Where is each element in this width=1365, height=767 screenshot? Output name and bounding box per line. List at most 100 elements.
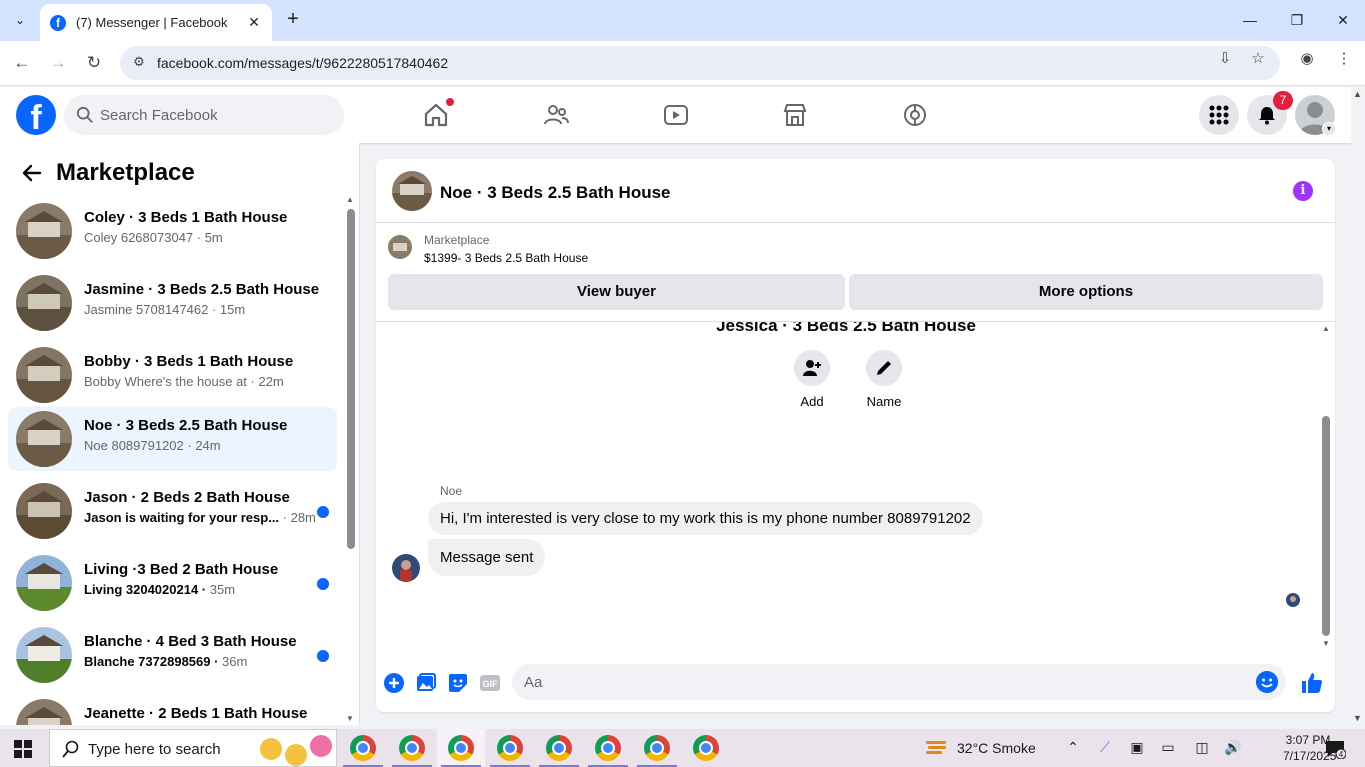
sender-avatar[interactable] [392, 554, 420, 582]
gaming-nav-icon[interactable] [899, 99, 931, 131]
message-input-box[interactable] [512, 664, 1286, 700]
chrome-taskbar-button[interactable] [633, 729, 681, 767]
conversation-item[interactable]: Coley · 3 Beds 1 Bath House Coley 6268073… [8, 199, 337, 263]
new-tab-icon[interactable]: + [282, 8, 304, 30]
name-chat-button[interactable]: Name [854, 350, 914, 409]
scroll-down-icon[interactable]: ▼ [346, 714, 354, 723]
weather-icon[interactable] [925, 738, 947, 758]
add-label: Add [800, 394, 824, 409]
scroll-down-icon[interactable]: ▼ [1353, 713, 1362, 723]
sidebar-scrollbar[interactable]: ▲ ▼ [346, 195, 355, 723]
menu-grid-button[interactable] [1199, 95, 1239, 135]
tab-close-icon[interactable]: ✕ [246, 14, 262, 31]
address-bar[interactable]: ⚙ facebook.com/messages/t/96222805178404… [120, 46, 1280, 80]
conversation-item[interactable]: Jeanette · 2 Beds 1 Bath House [8, 695, 337, 725]
chevron-down-icon[interactable]: ▾ [1322, 122, 1336, 136]
message-input[interactable] [524, 664, 1244, 700]
gif-icon[interactable]: GIF [478, 671, 502, 695]
conversation-item[interactable]: Living ·3 Bed 2 Bath House Living 3204020… [8, 551, 337, 615]
install-app-icon[interactable]: ⇩ [1215, 49, 1235, 69]
view-buyer-button[interactable]: View buyer [388, 274, 845, 310]
back-arrow-icon[interactable] [16, 157, 48, 189]
bookmark-star-icon[interactable]: ☆ [1248, 49, 1268, 69]
more-options-button[interactable]: More options [849, 274, 1323, 310]
conversation-item[interactable]: Jason · 2 Beds 2 Bath House Jason is wait… [8, 479, 337, 543]
home-notification-dot [446, 98, 454, 106]
chrome-icon [399, 735, 425, 761]
volume-icon[interactable]: 🔊 [1223, 739, 1243, 757]
conversation-snippet: Jasmine 5708147462 · 15m [84, 302, 245, 317]
facebook-search[interactable] [64, 95, 344, 135]
scroll-down-icon[interactable]: ▼ [1322, 639, 1330, 648]
window-close-icon[interactable]: ✕ [1323, 6, 1363, 34]
snippet-text: Blanche 7372898569 · [84, 654, 223, 669]
network-icon[interactable]: ◫ [1192, 739, 1212, 757]
conversation-item[interactable]: Jasmine · 3 Beds 2.5 Bath House Jasmine 5… [8, 271, 337, 335]
chrome-taskbar-button[interactable] [486, 729, 534, 767]
windows-start-icon[interactable] [14, 740, 32, 758]
sticker-icon[interactable] [446, 671, 470, 695]
emoji-heart-eyes-icon [310, 735, 332, 757]
chat-scrollbar[interactable]: ▲ ▼ [1320, 324, 1332, 648]
read-receipt-avatar [1286, 593, 1300, 607]
marketplace-sidebar: Marketplace Coley · 3 Beds 1 Bath House C… [0, 143, 360, 725]
add-people-button[interactable]: Add [782, 350, 842, 409]
pen-icon[interactable]: ⟋ [1095, 739, 1115, 757]
weather-text[interactable]: 32°C Smoke [957, 740, 1036, 756]
chat-avatar[interactable] [392, 171, 432, 211]
thumbs-up-icon[interactable] [1300, 671, 1324, 695]
marketplace-listing-row[interactable]: Marketplace $1399- 3 Beds 2.5 Bath House [388, 231, 1323, 271]
emoji-icon[interactable] [1256, 671, 1278, 693]
snippet-text: Living 3204020214 · [84, 582, 210, 597]
thread-intro-title: Jessica · 3 Beds 2.5 Bath House [716, 322, 976, 335]
battery-icon[interactable]: ▭ [1158, 739, 1178, 757]
chrome-taskbar-button[interactable] [584, 729, 632, 767]
camera-icon[interactable]: ▣ [1127, 739, 1147, 757]
marketplace-nav-icon[interactable] [779, 99, 811, 131]
sender-name: Noe [440, 484, 463, 498]
conversation-item[interactable]: Noe · 3 Beds 2.5 Bath House Noe 808979120… [8, 407, 337, 471]
chrome-taskbar-button[interactable] [535, 729, 583, 767]
home-nav-icon[interactable] [420, 98, 454, 131]
message-bubble[interactable]: Message sent [428, 539, 546, 576]
scroll-up-icon[interactable]: ▲ [1322, 324, 1330, 333]
message-bubble[interactable]: Hi, I'm interested is very close to my w… [428, 502, 983, 535]
scroll-up-icon[interactable]: ▲ [346, 195, 354, 204]
taskbar-search[interactable]: Type here to search [49, 729, 337, 767]
facebook-logo[interactable]: f [16, 95, 56, 135]
scroll-up-icon[interactable]: ▲ [1353, 89, 1362, 99]
browser-menu-icon[interactable]: ⋮ [1334, 49, 1354, 69]
friends-nav-icon[interactable] [540, 99, 572, 131]
notifications-button[interactable]: 7 [1247, 91, 1293, 135]
site-info-icon[interactable]: ⚙ [130, 54, 148, 72]
conversation-item[interactable]: Bobby · 3 Beds 1 Bath House Bobby Where's… [8, 343, 337, 407]
chrome-taskbar-button[interactable] [682, 729, 730, 767]
profile-icon[interactable]: ◉ [1297, 49, 1317, 69]
conversation-item[interactable]: Blanche · 4 Bed 3 Bath House Blanche 7372… [8, 623, 337, 687]
minimize-icon[interactable]: — [1230, 6, 1270, 34]
plus-circle-icon[interactable] [382, 671, 406, 695]
chrome-taskbar-button[interactable] [437, 729, 485, 767]
back-icon[interactable]: ← [9, 50, 35, 76]
notification-center-icon[interactable]: 4 [1324, 739, 1346, 759]
conversation-time: 24m [195, 438, 221, 453]
show-hidden-icons-icon[interactable]: ⌃ [1063, 739, 1083, 757]
restore-icon[interactable]: ❐ [1277, 6, 1317, 34]
page-scrollbar[interactable]: ▲ ▼ [1351, 87, 1365, 723]
browser-tab[interactable]: f (7) Messenger | Facebook ✕ [40, 4, 272, 41]
scrollbar-thumb[interactable] [347, 209, 355, 549]
info-icon[interactable]: i [1293, 181, 1313, 201]
chrome-taskbar-button[interactable] [339, 729, 387, 767]
scrollbar-thumb[interactable] [1322, 416, 1330, 636]
chrome-taskbar-button[interactable] [388, 729, 436, 767]
forward-icon[interactable]: → [45, 50, 71, 76]
facebook-header: f 7 ▾ [0, 87, 1365, 143]
conversation-snippet: Noe 8089791202 · 24m [84, 438, 221, 453]
search-input[interactable] [100, 95, 330, 135]
photo-icon[interactable] [414, 671, 438, 695]
chat-title[interactable]: Noe · 3 Beds 2.5 Bath House [440, 183, 671, 203]
reload-icon[interactable]: ↻ [81, 50, 107, 76]
video-nav-icon[interactable] [660, 99, 692, 131]
snippet-text: Noe 8089791202 · [84, 438, 196, 453]
tab-search-icon[interactable]: ⌄ [8, 8, 32, 32]
